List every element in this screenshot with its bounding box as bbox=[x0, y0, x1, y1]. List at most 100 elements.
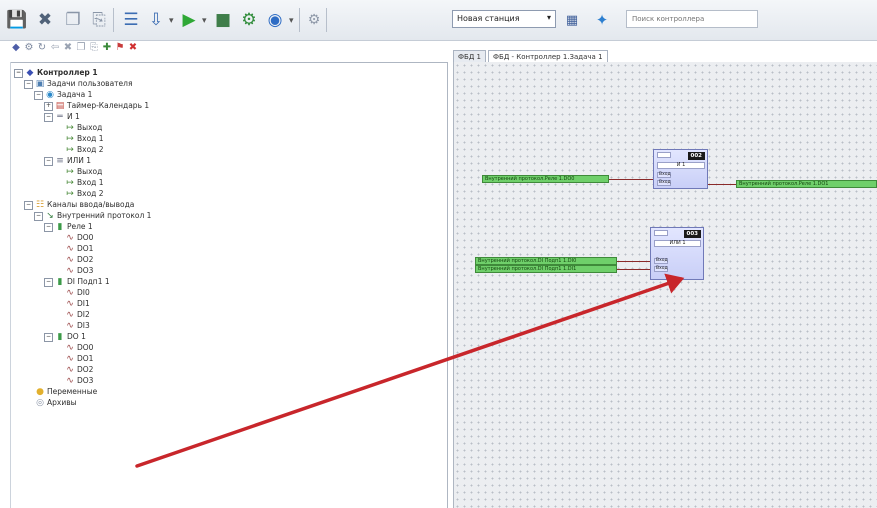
tree-item[interactable]: + ▤ Таймер-Календарь 1 bbox=[44, 100, 149, 111]
collapse-icon[interactable]: − bbox=[24, 200, 33, 210]
chevron-down-icon[interactable]: ▾ bbox=[169, 16, 174, 26]
add-icon[interactable]: ✚ bbox=[101, 42, 113, 54]
paste-icon[interactable]: ⎘ bbox=[88, 9, 110, 31]
delete-icon[interactable]: ✖ bbox=[127, 42, 139, 54]
tree-item[interactable]: − ◆ Контроллер 1 bbox=[14, 67, 98, 78]
tree-item[interactable]: − ◉ Задача 1 bbox=[34, 89, 92, 100]
tree-item[interactable]: ∿ DO0 bbox=[54, 232, 93, 243]
tree-item[interactable]: ∿ DO1 bbox=[54, 243, 93, 254]
tab-fbd-task-1[interactable]: ФБД - Контроллер 1.Задача 1 bbox=[488, 50, 608, 62]
cut-icon[interactable]: ✖ bbox=[34, 9, 56, 31]
collapse-icon[interactable]: − bbox=[44, 112, 53, 122]
tree-item-label: Задачи пользователя bbox=[47, 79, 133, 88]
collapse-icon[interactable]: − bbox=[14, 68, 23, 78]
tree-item[interactable]: − ▣ Задачи пользователя bbox=[24, 78, 132, 89]
globe-icon[interactable]: ◉ bbox=[264, 9, 286, 31]
save-icon[interactable]: 💾 bbox=[6, 9, 28, 31]
copy-icon[interactable]: ❐ bbox=[75, 42, 87, 54]
tree-item-label: Выход bbox=[77, 123, 103, 132]
tree-item[interactable]: ↦ Выход bbox=[54, 122, 102, 133]
block-input-pin[interactable]: Вход bbox=[654, 266, 668, 272]
controller-icon[interactable]: ◆ bbox=[10, 42, 22, 54]
download-icon[interactable]: ⇩ bbox=[145, 9, 167, 31]
tree-item[interactable]: ∿ DI2 bbox=[54, 309, 90, 320]
tree-item[interactable]: ◎ Архивы bbox=[24, 397, 77, 408]
flag-icon[interactable]: ⚑ bbox=[114, 42, 126, 54]
tree-item[interactable]: ↦ Вход 1 bbox=[54, 177, 103, 188]
settings-icon[interactable]: ⚙ bbox=[303, 9, 325, 31]
tree-item[interactable]: ∿ DO2 bbox=[54, 254, 93, 265]
chevron-down-icon[interactable]: ▾ bbox=[289, 16, 294, 26]
connection-wire bbox=[708, 184, 736, 185]
collapse-icon[interactable]: − bbox=[44, 222, 53, 232]
run-icon[interactable]: ▶ bbox=[178, 9, 200, 31]
tree-item[interactable]: ∿ DI3 bbox=[54, 320, 90, 331]
fbd-and-block[interactable]: 002 И 1 Вход Вход bbox=[653, 149, 708, 189]
block-input-pin[interactable]: Вход bbox=[657, 172, 671, 178]
navigate-icon[interactable]: ✦ bbox=[591, 9, 613, 31]
tree-item-label: И 1 bbox=[67, 112, 80, 121]
tool-icon[interactable]: ⚙ bbox=[238, 9, 260, 31]
tree-item[interactable]: ∿ DO2 bbox=[54, 364, 93, 375]
tree-item[interactable]: − ☷ Каналы ввода/вывода bbox=[24, 199, 134, 210]
collapse-icon[interactable]: − bbox=[24, 79, 33, 89]
calculator-icon[interactable]: ▦ bbox=[561, 9, 583, 31]
tree-item[interactable]: ∿ DI1 bbox=[54, 298, 90, 309]
collapse-icon[interactable]: − bbox=[44, 156, 53, 166]
collapse-icon[interactable]: − bbox=[34, 211, 43, 221]
block-input-pin[interactable]: Вход bbox=[657, 180, 671, 186]
tree-item-label: Внутренний протокол 1 bbox=[57, 211, 152, 220]
tree-item-label: Вход 2 bbox=[77, 145, 104, 154]
back-icon[interactable]: ⇦ bbox=[49, 42, 61, 54]
stop-icon[interactable]: ■ bbox=[212, 9, 234, 31]
tree-item[interactable]: − ↘ Внутренний протокол 1 bbox=[34, 210, 151, 221]
fbd-canvas[interactable] bbox=[453, 62, 877, 508]
gear-icon[interactable]: ⚙ bbox=[23, 42, 35, 54]
tree-item[interactable]: ∿ DO0 bbox=[54, 342, 93, 353]
cut-icon[interactable]: ✖ bbox=[62, 42, 74, 54]
tree-item[interactable]: ↦ Вход 1 bbox=[54, 133, 103, 144]
list-icon[interactable]: ☰ bbox=[120, 9, 142, 31]
connection-wire bbox=[617, 261, 650, 262]
expand-icon[interactable]: + bbox=[44, 101, 53, 111]
tree-item-label: DI2 bbox=[77, 310, 90, 319]
collapse-icon[interactable]: − bbox=[44, 277, 53, 287]
block-number: 003 bbox=[683, 230, 701, 238]
tree-item[interactable]: ∿ DO1 bbox=[54, 353, 93, 364]
output-signal[interactable]: Внутренний протокол.Реле 1.DO1 bbox=[736, 180, 877, 188]
tree-item[interactable]: − ▮ Реле 1 bbox=[44, 221, 93, 232]
toolbar-divider bbox=[113, 8, 114, 32]
collapse-icon[interactable]: − bbox=[44, 332, 53, 342]
fbd-or-block[interactable]: 003 ИЛИ 1 Вход Вход bbox=[650, 227, 704, 280]
tree-item[interactable]: ∿ DO3 bbox=[54, 375, 93, 386]
search-input[interactable] bbox=[626, 10, 758, 28]
station-select-value: Новая станция bbox=[457, 14, 520, 23]
tree-item[interactable]: − ▮ DI Подп1 1 bbox=[44, 276, 110, 287]
tree-item[interactable]: ∿ DO3 bbox=[54, 265, 93, 276]
chevron-down-icon[interactable]: ▾ bbox=[202, 16, 207, 26]
tree-item[interactable]: − ≡ ИЛИ 1 bbox=[44, 155, 91, 166]
tree-item-label: DO3 bbox=[77, 266, 94, 275]
tree-toolbar: ◆ ⚙ ↻ ⇦ ✖ ❐ ⎘ ✚ ⚑ ✖ bbox=[10, 42, 448, 58]
tree-item[interactable]: ↦ Вход 2 bbox=[54, 188, 103, 199]
tree-item-label: Каналы ввода/вывода bbox=[47, 200, 135, 209]
paste-icon[interactable]: ⎘ bbox=[88, 42, 100, 54]
tree-item-label: Архивы bbox=[47, 398, 77, 407]
copy-icon[interactable]: ❐ bbox=[62, 9, 84, 31]
collapse-icon[interactable]: − bbox=[34, 90, 43, 100]
tree-item[interactable]: ↦ Выход bbox=[54, 166, 102, 177]
block-input-pin[interactable]: Вход bbox=[654, 258, 668, 264]
station-select[interactable]: Новая станция ▾ bbox=[452, 10, 556, 28]
tab-fbd-1[interactable]: ФБД 1 bbox=[453, 50, 486, 62]
input-signal[interactable]: Внутренний протокол.DI Подп1 1.DI0 bbox=[475, 257, 617, 265]
tree-item[interactable]: ↦ Вход 2 bbox=[54, 144, 104, 155]
tree-item[interactable]: ● Переменные bbox=[24, 386, 97, 397]
input-signal[interactable]: Внутренний протокол.DI Подп1 1.DI1 bbox=[475, 265, 617, 273]
editor-tabbar: ФБД 1 ФБД - Контроллер 1.Задача 1 bbox=[453, 50, 877, 62]
tree-item[interactable]: − ═ И 1 bbox=[44, 111, 80, 122]
block-number: 002 bbox=[687, 152, 705, 160]
tree-item[interactable]: ∿ DI0 bbox=[54, 287, 90, 298]
input-signal[interactable]: Внутренний протокол.Реле 1.DO0 bbox=[482, 175, 609, 183]
tree-item[interactable]: − ▮ DO 1 bbox=[44, 331, 86, 342]
refresh-icon[interactable]: ↻ bbox=[36, 42, 48, 54]
